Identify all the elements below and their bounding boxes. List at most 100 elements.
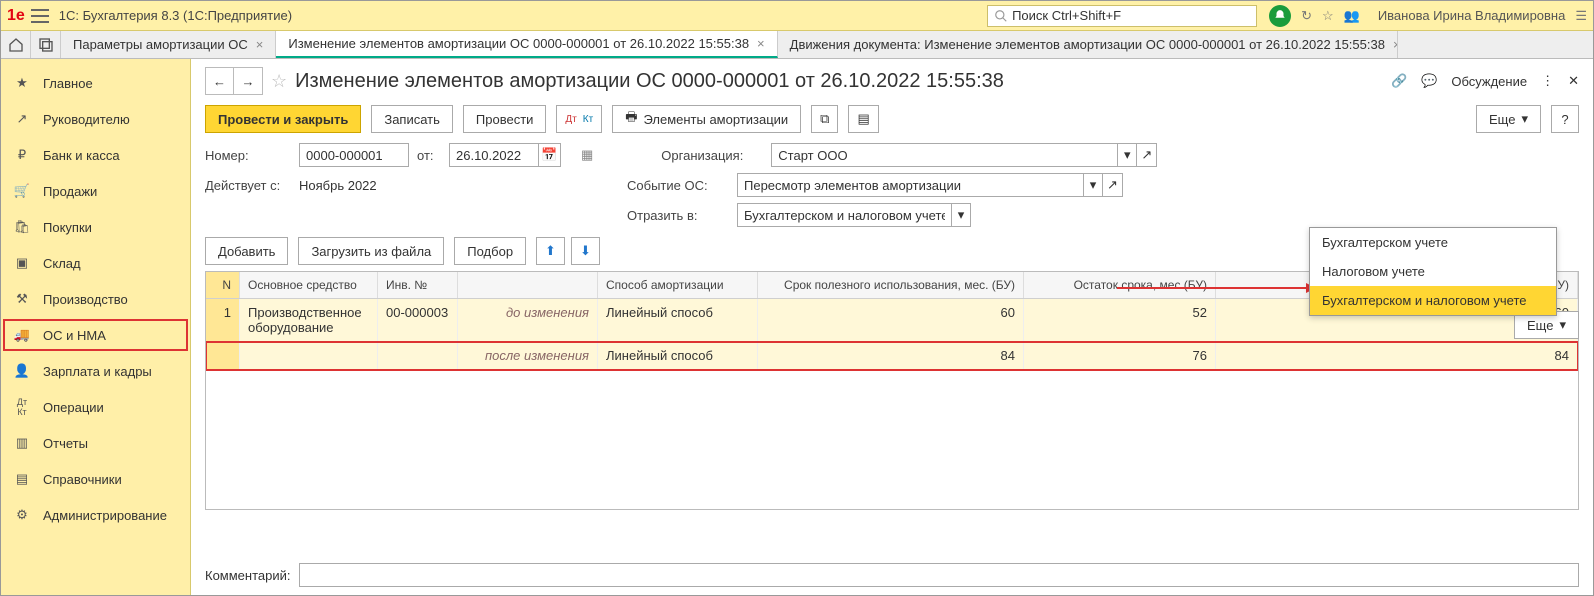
- more-button[interactable]: Еще ▾: [1476, 105, 1541, 133]
- post-button[interactable]: Провести: [463, 105, 547, 133]
- arrow-up-icon: ⬆: [545, 243, 556, 259]
- reflect-label: Отразить в:: [627, 208, 729, 223]
- col-change: [458, 272, 598, 298]
- nav-purchases[interactable]: 🛍Покупки: [1, 209, 190, 245]
- chevron-down-icon[interactable]: ▾: [1117, 143, 1137, 167]
- dropdown-item[interactable]: Налоговом учете: [1310, 257, 1556, 286]
- windows-tab[interactable]: [31, 31, 61, 58]
- nav-reports[interactable]: ▥Отчеты: [1, 425, 190, 461]
- tree-button[interactable]: ⧉: [811, 105, 838, 133]
- titlebar: 1e 1С: Бухгалтерия 8.3 (1С:Предприятие) …: [1, 1, 1593, 31]
- user-name[interactable]: Иванова Ирина Владимировна: [1378, 8, 1566, 23]
- nav-manager[interactable]: ↗Руководителю: [1, 101, 190, 137]
- save-button[interactable]: Записать: [371, 105, 453, 133]
- history-icon[interactable]: ↻: [1301, 8, 1312, 24]
- bag-icon: 🛍: [13, 219, 31, 235]
- tab-params[interactable]: Параметры амортизации ОС ×: [61, 31, 276, 58]
- post-and-close-button[interactable]: Провести и закрыть: [205, 105, 361, 133]
- open-icon[interactable]: ↗: [1137, 143, 1157, 167]
- nav-operations[interactable]: ДтКтОперации: [1, 389, 190, 425]
- cell-before-label: до изменения: [458, 299, 598, 341]
- favorite-icon[interactable]: ☆: [1322, 8, 1334, 24]
- app-title: 1С: Бухгалтерия 8.3 (1С:Предприятие): [59, 8, 292, 23]
- col-n[interactable]: N: [206, 272, 240, 298]
- main-toolbar: Провести и закрыть Записать Провести ДтК…: [205, 105, 1579, 133]
- list-button[interactable]: ▤: [848, 105, 878, 133]
- pick-button[interactable]: Подбор: [454, 237, 526, 265]
- box-icon: ▣: [13, 255, 31, 271]
- calendar-icon[interactable]: 📅: [539, 143, 561, 167]
- close-icon[interactable]: ×: [256, 37, 264, 52]
- cell-rest: 76: [1024, 342, 1216, 369]
- col-method[interactable]: Способ амортизации: [598, 272, 758, 298]
- add-button[interactable]: Добавить: [205, 237, 288, 265]
- list-icon: ▤: [857, 111, 869, 127]
- nav-bank[interactable]: ₽Банк и касса: [1, 137, 190, 173]
- home-tab[interactable]: [1, 31, 31, 58]
- chevron-down-icon[interactable]: ▾: [951, 203, 971, 227]
- reflect-input[interactable]: [737, 203, 951, 227]
- cell-os: Производственное оборудование: [240, 299, 378, 341]
- col-os[interactable]: Основное средство: [240, 272, 378, 298]
- comment-input[interactable]: [299, 563, 1580, 587]
- org-icon[interactable]: ▦: [581, 147, 593, 163]
- notifications-icon[interactable]: [1269, 5, 1291, 27]
- comment-label: Комментарий:: [205, 568, 291, 583]
- help-button[interactable]: ?: [1551, 105, 1579, 133]
- table-row[interactable]: после изменения Линейный способ 84 76 84: [206, 342, 1578, 370]
- favorite-toggle[interactable]: ☆: [271, 71, 287, 92]
- header-icons: ↻ ☆ 👥 Иванова Ирина Владимировна ☰: [1269, 5, 1587, 27]
- col-inv[interactable]: Инв. №: [378, 272, 458, 298]
- move-up-button[interactable]: ⬆: [536, 237, 565, 265]
- nav-salary[interactable]: 👤Зарплата и кадры: [1, 353, 190, 389]
- back-button[interactable]: ←: [206, 68, 234, 94]
- chevron-down-icon: ▾: [1521, 111, 1528, 127]
- chart-up-icon: ↗: [13, 111, 31, 127]
- col-rest[interactable]: Остаток срока, мес (БУ): [1024, 272, 1216, 298]
- close-page-icon[interactable]: ✕: [1568, 73, 1579, 89]
- forward-button[interactable]: →: [234, 68, 262, 94]
- chevron-down-icon[interactable]: ▾: [1083, 173, 1103, 197]
- number-input[interactable]: [299, 143, 409, 167]
- cell-bu: 84: [758, 342, 1024, 369]
- content: ← → ☆ Изменение элементов амортизации ОС…: [191, 59, 1593, 595]
- col-bu[interactable]: Срок полезного использования, мес. (БУ): [758, 272, 1024, 298]
- tab-label: Изменение элементов амортизации ОС 0000-…: [288, 36, 749, 51]
- discuss-icon[interactable]: 💬: [1421, 73, 1437, 89]
- close-icon[interactable]: ×: [757, 36, 765, 51]
- tab-document[interactable]: Изменение элементов амортизации ОС 0000-…: [276, 31, 777, 58]
- link-icon[interactable]: 🔗: [1391, 73, 1407, 89]
- nav-os-nma[interactable]: 🚚ОС и НМА: [1, 317, 190, 353]
- menu-icon[interactable]: [31, 9, 49, 23]
- arrow-down-icon: ⬇: [580, 243, 591, 259]
- tab-movements[interactable]: Движения документа: Изменение элементов …: [778, 31, 1398, 58]
- close-icon[interactable]: ×: [1393, 37, 1398, 52]
- event-input[interactable]: [737, 173, 1083, 197]
- nav-admin[interactable]: ⚙Администрирование: [1, 497, 190, 533]
- discuss-label[interactable]: Обсуждение: [1451, 74, 1527, 89]
- print-elements-button[interactable]: 🖶Элементы амортизации: [612, 105, 801, 133]
- nav-catalogs[interactable]: ▤Справочники: [1, 461, 190, 497]
- panel-toggle-icon[interactable]: ☰: [1575, 8, 1587, 24]
- from-label: от:: [417, 148, 441, 163]
- nav-main[interactable]: ★Главное: [1, 65, 190, 101]
- number-label: Номер:: [205, 148, 291, 163]
- nav-production[interactable]: ⚒Производство: [1, 281, 190, 317]
- open-icon[interactable]: ↗: [1103, 173, 1123, 197]
- nav-sales[interactable]: 🛒Продажи: [1, 173, 190, 209]
- nav-stock[interactable]: ▣Склад: [1, 245, 190, 281]
- dropdown-item[interactable]: Бухгалтерском учете: [1310, 228, 1556, 257]
- cell-after-label: после изменения: [458, 342, 598, 369]
- date-input[interactable]: [449, 143, 539, 167]
- dropdown-item[interactable]: Бухгалтерском и налоговом учете: [1310, 286, 1556, 315]
- grid-body[interactable]: 1 Производственное оборудование 00-00000…: [206, 299, 1578, 509]
- org-input[interactable]: [771, 143, 1117, 167]
- kebab-icon[interactable]: ⋮: [1541, 73, 1554, 89]
- move-down-button[interactable]: ⬇: [571, 237, 600, 265]
- chevron-down-icon: ▾: [1559, 317, 1566, 333]
- dtkt-button[interactable]: ДтКт: [556, 105, 602, 133]
- load-button[interactable]: Загрузить из файла: [298, 237, 444, 265]
- users-icon[interactable]: 👥: [1344, 8, 1360, 24]
- global-search[interactable]: Поиск Ctrl+Shift+F: [987, 5, 1257, 27]
- tree-icon: ⧉: [820, 111, 829, 127]
